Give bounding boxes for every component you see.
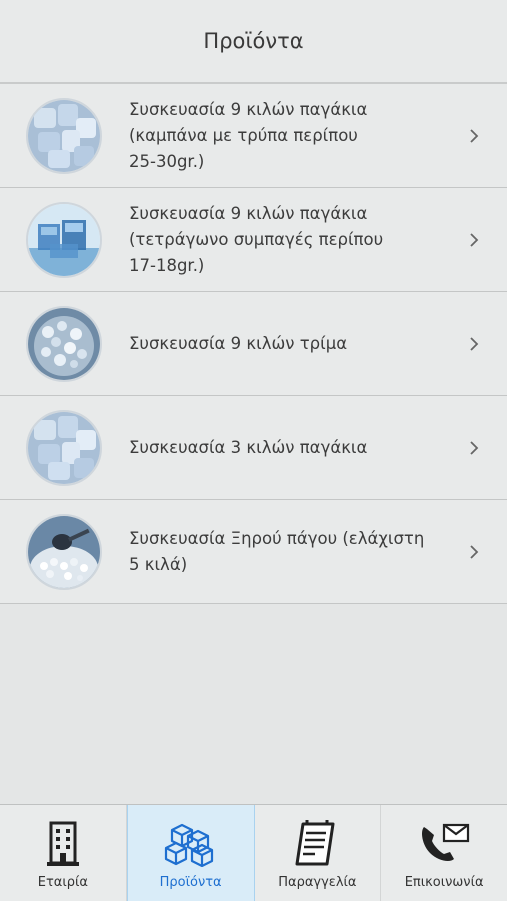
tab-label: Παραγγελία bbox=[278, 875, 357, 890]
square-ice-cubes-thumbnail bbox=[26, 201, 102, 278]
tab-label: Προϊόντα bbox=[159, 875, 222, 890]
ice-cubes-thumbnail bbox=[26, 409, 102, 486]
tab-label: Επικοινωνία bbox=[404, 875, 484, 890]
product-item[interactable]: Συσκευασία Ξηρού πάγου (ελάχιστη 5 κιλά) bbox=[0, 500, 507, 604]
boxes-icon bbox=[164, 819, 218, 869]
ice-cubes-thumbnail bbox=[26, 97, 102, 174]
bottom-tab-bar: Εταιρία Προϊόντα Παραγγελία Επικοινωνία bbox=[0, 804, 507, 901]
building-icon bbox=[45, 819, 81, 869]
product-item[interactable]: Συσκευασία 9 κιλών τρίμα bbox=[0, 292, 507, 396]
product-item[interactable]: Συσκευασία 9 κιλών παγάκια (καμπάνα με τ… bbox=[0, 84, 507, 188]
tab-order[interactable]: Παραγγελία bbox=[255, 805, 382, 901]
tab-company[interactable]: Εταιρία bbox=[0, 805, 127, 901]
order-form-icon bbox=[293, 819, 341, 869]
chevron-right-icon bbox=[470, 128, 479, 143]
phone-mail-icon bbox=[418, 819, 470, 869]
app-header: Προϊόντα bbox=[0, 0, 507, 84]
tab-label: Εταιρία bbox=[37, 875, 88, 890]
product-label: Συσκευασία 9 κιλών παγάκια (καμπάνα με τ… bbox=[129, 99, 368, 171]
dry-ice-pellets-thumbnail bbox=[26, 513, 102, 590]
crushed-ice-thumbnail bbox=[26, 305, 102, 382]
product-item[interactable]: Συσκευασία 3 κιλών παγάκια bbox=[0, 396, 507, 500]
chevron-right-icon bbox=[470, 232, 479, 247]
product-item[interactable]: Συσκευασία 9 κιλών παγάκια (τετράγωνο συ… bbox=[0, 188, 507, 292]
chevron-right-icon bbox=[470, 440, 479, 455]
product-label: Συσκευασία Ξηρού πάγου (ελάχιστη 5 κιλά) bbox=[129, 528, 425, 574]
tab-contact[interactable]: Επικοινωνία bbox=[381, 805, 507, 901]
product-label: Συσκευασία 3 κιλών παγάκια bbox=[129, 437, 368, 457]
product-list: Συσκευασία 9 κιλών παγάκια (καμπάνα με τ… bbox=[0, 84, 507, 604]
chevron-right-icon bbox=[470, 544, 479, 559]
tab-products[interactable]: Προϊόντα bbox=[126, 805, 255, 901]
chevron-right-icon bbox=[470, 336, 479, 351]
product-label: Συσκευασία 9 κιλών παγάκια (τετράγωνο συ… bbox=[129, 203, 384, 275]
product-label: Συσκευασία 9 κιλών τρίμα bbox=[129, 333, 348, 353]
page-title: Προϊόντα bbox=[203, 29, 304, 53]
